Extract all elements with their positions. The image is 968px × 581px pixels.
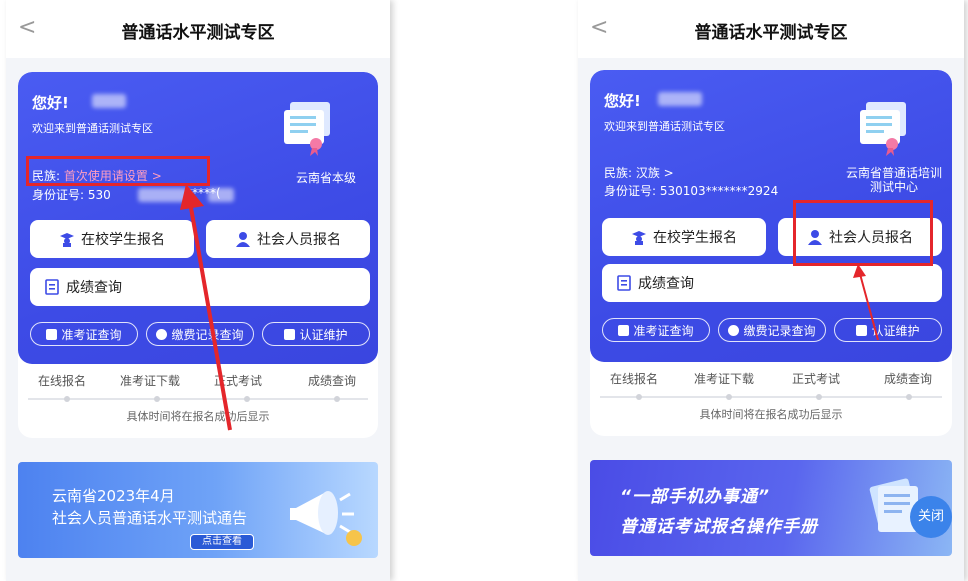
banner-view-button[interactable]: 点击查看 bbox=[190, 534, 254, 550]
nav-bar: < 普通话水平测试专区 bbox=[6, 0, 390, 58]
id-value: 530 bbox=[87, 188, 111, 202]
banner-line1: 云南省2023年4月 bbox=[52, 487, 175, 505]
step-dot bbox=[154, 396, 160, 402]
payment-record-pill[interactable]: 缴费记录查询 bbox=[718, 318, 826, 342]
step-online-register: 在线报名 bbox=[38, 374, 87, 388]
admission-ticket-pill[interactable]: 准考证查询 bbox=[602, 318, 710, 342]
id-row: 身份证号: 530 bbox=[32, 186, 111, 203]
social-register-label: 社会人员报名 bbox=[257, 232, 341, 248]
right-phone-screen: < 普通话水平测试专区 您好! 欢迎来到普通话测试专区 民族: 汉族 > 身份证… bbox=[578, 0, 964, 581]
step-dot bbox=[726, 394, 732, 400]
admission-ticket-label: 准考证查询 bbox=[61, 327, 122, 342]
greeting: 您好! bbox=[32, 94, 69, 112]
close-button[interactable]: 关闭 bbox=[910, 496, 952, 538]
highlight-box-social-register bbox=[793, 200, 933, 266]
step-dot bbox=[636, 394, 642, 400]
step-ticket-download: 准考证下载 bbox=[694, 372, 755, 386]
admission-ticket-label: 准考证查询 bbox=[633, 323, 694, 338]
student-icon bbox=[632, 231, 646, 245]
welcome-text: 欢迎来到普通话测试专区 bbox=[32, 122, 153, 135]
step-formal-exam: 正式考试 bbox=[792, 372, 841, 386]
manual-banner[interactable]: “一部手机办事通” 普通话考试报名操作手册 关闭 bbox=[590, 460, 952, 556]
id-label: 身份证号: bbox=[32, 188, 85, 202]
coin-icon bbox=[728, 324, 740, 336]
page-title: 普通话水平测试专区 bbox=[121, 23, 275, 43]
auth-maintain-label: 认证维护 bbox=[299, 327, 348, 342]
schedule-hint: 具体时间将在报名成功后显示 bbox=[699, 408, 843, 421]
progress-track bbox=[600, 394, 942, 400]
score-query-button[interactable]: 成绩查询 bbox=[602, 264, 942, 302]
admission-ticket-pill[interactable]: 准考证查询 bbox=[30, 322, 138, 346]
document-icon bbox=[45, 279, 59, 295]
student-register-button[interactable]: 在校学生报名 bbox=[602, 218, 766, 256]
announcement-banner[interactable]: 云南省2023年4月 社会人员普通话水平测试通告 点击查看 bbox=[18, 462, 378, 558]
banner-line2: 社会人员普通话水平测试通告 bbox=[52, 509, 248, 527]
banner-line1: “一部手机办事通” bbox=[620, 487, 770, 507]
region-label: 云南省普通话培训 测试中心 bbox=[834, 166, 952, 194]
coin-icon bbox=[156, 328, 168, 340]
ethnicity-row[interactable]: 民族: 汉族 > bbox=[604, 164, 674, 181]
id-card-icon bbox=[618, 324, 630, 336]
region-line1: 云南省普通话培训 bbox=[845, 166, 942, 180]
id-card-icon bbox=[46, 328, 58, 340]
step-dot bbox=[906, 394, 912, 400]
step-dot bbox=[64, 396, 70, 402]
step-online-register: 在线报名 bbox=[610, 372, 659, 386]
score-query-label: 成绩查询 bbox=[638, 276, 694, 292]
annotation-arrow-icon bbox=[180, 184, 232, 431]
certificate-icon bbox=[284, 102, 330, 156]
blurred-name bbox=[658, 92, 702, 106]
document-icon bbox=[617, 275, 631, 291]
blurred-name bbox=[92, 94, 126, 108]
id-row: 身份证号: 530103*******2924 bbox=[604, 184, 779, 198]
banner-line2: 普通话考试报名操作手册 bbox=[620, 517, 818, 537]
step-score-query: 成绩查询 bbox=[308, 374, 357, 388]
payment-record-label: 缴费记录查询 bbox=[743, 323, 816, 338]
student-register-label: 在校学生报名 bbox=[81, 232, 165, 248]
certificate-icon bbox=[860, 102, 906, 156]
welcome-text: 欢迎来到普通话测试专区 bbox=[604, 120, 725, 133]
megaphone-icon bbox=[290, 491, 362, 546]
auth-maintain-pill[interactable]: 认证维护 bbox=[262, 322, 370, 346]
student-icon bbox=[60, 233, 74, 247]
page-title: 普通话水平测试专区 bbox=[694, 23, 848, 43]
progress-steps: 在线报名 准考证下载 正式考试 成绩查询 bbox=[590, 370, 952, 390]
step-dot bbox=[334, 396, 340, 402]
step-score-query: 成绩查询 bbox=[884, 372, 933, 386]
student-register-label: 在校学生报名 bbox=[653, 230, 737, 246]
score-query-label: 成绩查询 bbox=[66, 280, 122, 296]
card-icon bbox=[284, 328, 296, 340]
region-line2: 测试中心 bbox=[869, 180, 918, 194]
nav-bar: < 普通话水平测试专区 bbox=[578, 0, 964, 58]
step-dot bbox=[816, 394, 822, 400]
step-dot bbox=[244, 396, 250, 402]
greeting: 您好! bbox=[604, 92, 641, 110]
region-label: 云南省本级 bbox=[295, 171, 356, 185]
annotation-arrow-icon bbox=[853, 264, 879, 341]
